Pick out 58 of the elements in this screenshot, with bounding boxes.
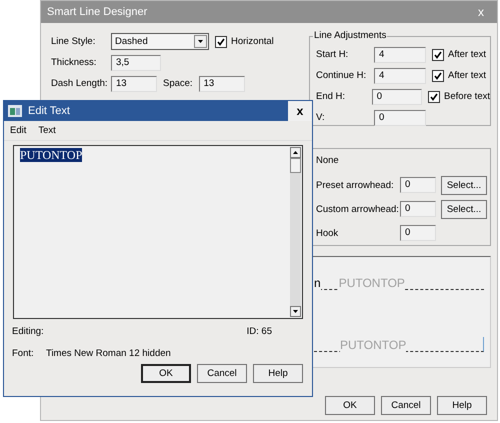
input-field[interactable]: 0 — [400, 177, 436, 193]
editing-label: Editing: — [12, 326, 44, 336]
field-label: Space: — [163, 78, 193, 89]
group-title: Line Adjustments — [313, 30, 388, 41]
line-style-dropdown[interactable]: Dashed — [111, 33, 209, 50]
dialog-button[interactable]: Help — [253, 364, 303, 383]
close-button[interactable]: x — [288, 101, 312, 121]
input-field[interactable]: 4 — [374, 68, 426, 84]
select-button[interactable]: Select... — [441, 200, 487, 218]
input-field[interactable]: 13 — [198, 76, 245, 92]
checkbox-label: After text — [448, 49, 486, 60]
font-text: Times New Roman 12 hidden — [46, 348, 171, 358]
dialog-button[interactable]: OK — [141, 364, 191, 383]
preview-text: PUTONTOP — [340, 339, 406, 352]
select-button[interactable]: Select... — [441, 176, 487, 194]
checkbox[interactable] — [428, 90, 440, 102]
field-label: Dash Length: — [51, 78, 109, 89]
field-label: Custom arrowhead: — [316, 204, 400, 214]
checkbox[interactable] — [432, 48, 444, 60]
selected-text: PUTONTOP — [20, 148, 82, 162]
dialog-button[interactable]: Help — [437, 396, 487, 415]
dialog-button[interactable]: OK — [325, 396, 375, 415]
window-title: Edit Text — [28, 105, 71, 117]
input-field[interactable]: 0 — [400, 225, 436, 241]
menu-item[interactable]: Edit — [10, 125, 26, 136]
field-label: Hook — [316, 228, 340, 238]
preview-text: PUTONTOP — [338, 277, 405, 290]
field-label: Preset arrowhead: — [316, 180, 395, 190]
field-label: Continue H: — [316, 70, 368, 81]
input-field[interactable]: 0 — [372, 88, 422, 104]
checkbox-label: After text — [448, 70, 486, 81]
checkbox-label: Horizontal — [231, 36, 274, 47]
input-field[interactable]: 3,5 — [111, 54, 161, 70]
arrow-style-label: None — [316, 155, 340, 168]
input-field[interactable]: 0 — [374, 110, 426, 126]
font-label: Font: — [12, 348, 35, 358]
field-label: Line Style: — [51, 36, 96, 47]
text-area[interactable]: PUTONTOP — [13, 145, 303, 319]
input-field[interactable]: 13 — [111, 76, 157, 92]
scrollbar[interactable] — [290, 147, 301, 317]
field-label: Start H: — [316, 49, 350, 60]
scroll-up-icon[interactable] — [290, 147, 301, 158]
checkbox-label: Before text — [444, 91, 490, 102]
checkbox[interactable] — [432, 70, 444, 82]
window-icon — [8, 105, 22, 117]
dialog-button[interactable]: Cancel — [197, 364, 247, 383]
scroll-thumb[interactable] — [290, 158, 301, 173]
field-label: End H: — [316, 91, 346, 102]
window-title: Smart Line Designer — [47, 6, 148, 18]
menu-item[interactable]: Text — [38, 125, 56, 136]
input-field[interactable]: 4 — [374, 46, 426, 62]
field-label: V: — [316, 112, 326, 123]
scroll-down-icon[interactable] — [290, 306, 301, 317]
dialog-button[interactable]: Cancel — [381, 396, 431, 415]
id-text: ID: 65 — [246, 326, 272, 336]
field-label: Thickness: — [51, 57, 98, 68]
checkbox[interactable] — [215, 36, 227, 48]
input-field[interactable]: 0 — [400, 201, 436, 217]
